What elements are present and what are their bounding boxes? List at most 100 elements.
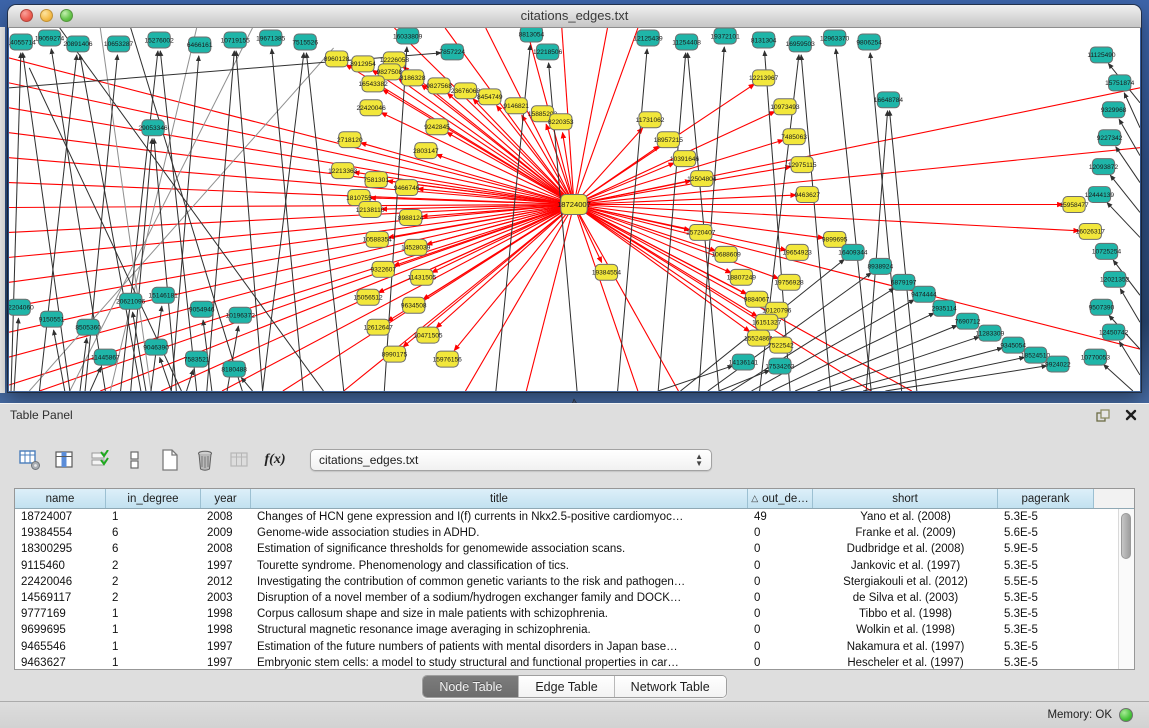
graph-node[interactable]: 10196372 [226,307,256,323]
graph-node[interactable]: 15976156 [433,351,463,367]
network-canvas[interactable]: 1872400789601288912954122260589827508165… [9,28,1140,391]
graph-node[interactable]: 18957215 [654,132,684,148]
graph-node[interactable]: 18724007 [557,195,591,215]
graph-edge[interactable] [890,111,917,391]
graph-node[interactable]: 12204060 [9,299,34,315]
table-row[interactable]: 1938455462009Genome-wide association stu… [15,525,1134,541]
graph-node[interactable]: 10653287 [104,36,134,52]
tab-network-table[interactable]: Network Table [615,676,726,697]
graph-node[interactable]: 8220353 [548,114,574,130]
graph-edge[interactable] [454,205,574,351]
graph-node[interactable]: 7581301 [363,172,389,188]
graph-node[interactable]: 16026317 [1076,223,1106,239]
graph-node[interactable]: 7690712 [955,313,981,329]
table-row[interactable]: 977716911998Corpus callosum shape and si… [15,606,1134,622]
graph-node[interactable]: 19384554 [592,264,622,280]
graph-edge[interactable] [688,53,719,391]
graph-node[interactable]: 9827568 [426,78,452,94]
column-header-in_degree[interactable]: in_degree [106,489,201,508]
graph-node[interactable]: 10719155 [221,32,251,48]
graph-node[interactable]: 7857224 [439,44,465,60]
graph-node[interactable]: 9463627 [794,187,820,203]
graph-node[interactable]: 12963370 [820,30,850,46]
graph-node[interactable]: 10725254 [1092,243,1122,259]
graph-node[interactable]: 11731062 [636,112,665,128]
graph-node[interactable]: 9322607 [371,261,397,277]
graph-edge[interactable] [574,28,607,205]
table-scrollbar-thumb[interactable] [1121,513,1131,559]
table-row[interactable]: 946362711997Embryonic stem cells: a mode… [15,655,1134,670]
graph-edge[interactable] [1120,289,1140,322]
graph-node[interactable]: 8990175 [382,346,408,362]
table-row[interactable]: 969969511998Structural magnetic resonanc… [15,622,1134,638]
graph-edge[interactable] [841,348,1003,391]
graph-node[interactable]: 8912954 [350,56,376,72]
graph-edge[interactable] [60,28,324,391]
graph-node[interactable]: 12218506 [533,44,563,60]
graph-node[interactable]: 15958477 [1059,197,1089,213]
graph-node[interactable]: 20891406 [63,36,93,52]
column-header-pagerank[interactable]: pagerank [998,489,1094,508]
table-row[interactable]: 1872400712008Changes of HCN gene express… [15,509,1134,525]
table-row[interactable]: 946554611997Estimation of the future num… [15,639,1134,655]
tab-node-table[interactable]: Node Table [423,676,519,697]
graph-node[interactable]: 16151327 [752,314,782,330]
graph-node[interactable]: 8186328 [400,70,426,86]
graph-node[interactable]: 11254408 [672,34,701,50]
network-graph[interactable]: 1872400789601288912954122260589827508165… [9,28,1140,391]
table-row[interactable]: 1830029562008Estimation of significance … [15,541,1134,557]
graph-edge[interactable] [574,195,796,204]
tab-edge-table[interactable]: Edge Table [519,676,614,697]
graph-node[interactable]: 15720407 [686,224,716,240]
graph-node[interactable]: 9242845 [424,119,450,135]
graph-edge[interactable] [526,205,574,391]
graph-node[interactable]: 16409344 [838,244,868,260]
delete-table-icon[interactable] [193,448,217,472]
graph-edge[interactable] [719,370,770,391]
column-header-out_de[interactable]: △out_de… [748,489,813,508]
graph-edge[interactable] [863,357,1025,391]
graph-node[interactable]: 12444139 [1085,187,1115,203]
graph-node[interactable]: 8180488 [221,361,247,377]
graph-node[interactable]: 19756928 [774,274,804,290]
graph-node[interactable]: 7515526 [292,34,318,50]
graph-node[interactable]: 11431505 [407,269,436,285]
graph-node[interactable]: 14528039 [401,239,431,255]
graph-node[interactable]: 7485063 [781,129,807,145]
graph-node[interactable]: 15056512 [353,289,383,305]
graph-edge[interactable] [1124,93,1140,128]
graph-node[interactable]: 9924022 [1045,356,1071,372]
graph-node[interactable]: 9329968 [1101,102,1127,118]
graph-node[interactable]: 9046390 [143,339,169,355]
graph-node[interactable]: 10588354 [363,231,393,247]
graph-node[interactable]: 9507390 [1089,299,1115,315]
graph-node[interactable]: 19654923 [783,244,813,260]
table-row[interactable]: 911546021997Tourette syndrome. Phenomeno… [15,558,1134,574]
graph-node[interactable]: 10391646 [670,151,700,167]
graph-node[interactable]: 12504804 [687,171,717,187]
graph-node[interactable]: 8938924 [868,258,894,274]
graph-node[interactable]: 2718120 [337,132,363,148]
table-mode-icon[interactable] [18,448,42,472]
graph-node[interactable]: 6466161 [187,37,213,53]
graph-node[interactable]: 19372101 [711,28,741,44]
graph-node[interactable]: 9054946 [189,301,215,317]
graph-node[interactable]: 16959503 [786,36,816,52]
graph-node[interactable]: 20621096 [116,293,146,309]
graph-node[interactable]: 10973493 [770,99,800,115]
graph-node[interactable]: 9806254 [856,34,882,50]
column-header-short[interactable]: short [813,489,998,508]
graph-node[interactable]: 9150551 [39,311,65,327]
graph-edge[interactable] [866,111,887,391]
graph-node[interactable]: 7583521 [184,351,210,367]
graph-node[interactable]: 12213363 [328,163,358,179]
table-row[interactable]: 1456911722003Disruption of a novel membe… [15,590,1134,606]
graph-edge[interactable] [29,48,333,391]
graph-edge[interactable] [227,326,238,391]
graph-node[interactable]: 6879197 [891,274,917,290]
graph-edge[interactable] [817,337,979,391]
graph-node[interactable]: 19059274 [35,30,65,46]
graph-node[interactable]: 8505360 [75,319,101,335]
graph-edge[interactable] [11,53,21,391]
graph-edge[interactable] [574,28,638,205]
